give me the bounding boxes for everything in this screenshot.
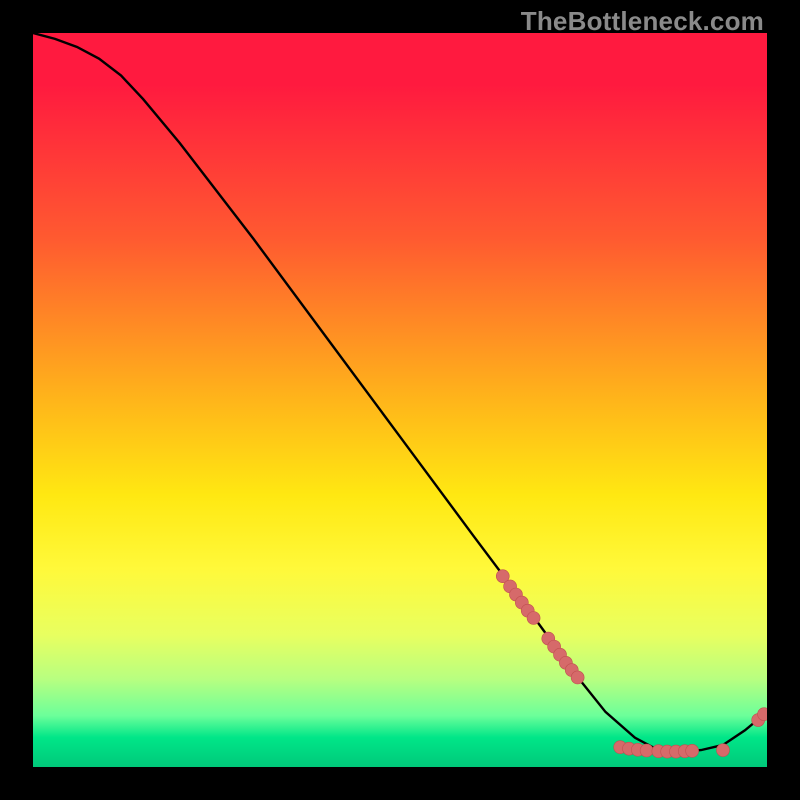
chart-stage: TheBottleneck.com bbox=[0, 0, 800, 800]
plot-background bbox=[33, 33, 767, 767]
watermark-text: TheBottleneck.com bbox=[521, 6, 764, 37]
